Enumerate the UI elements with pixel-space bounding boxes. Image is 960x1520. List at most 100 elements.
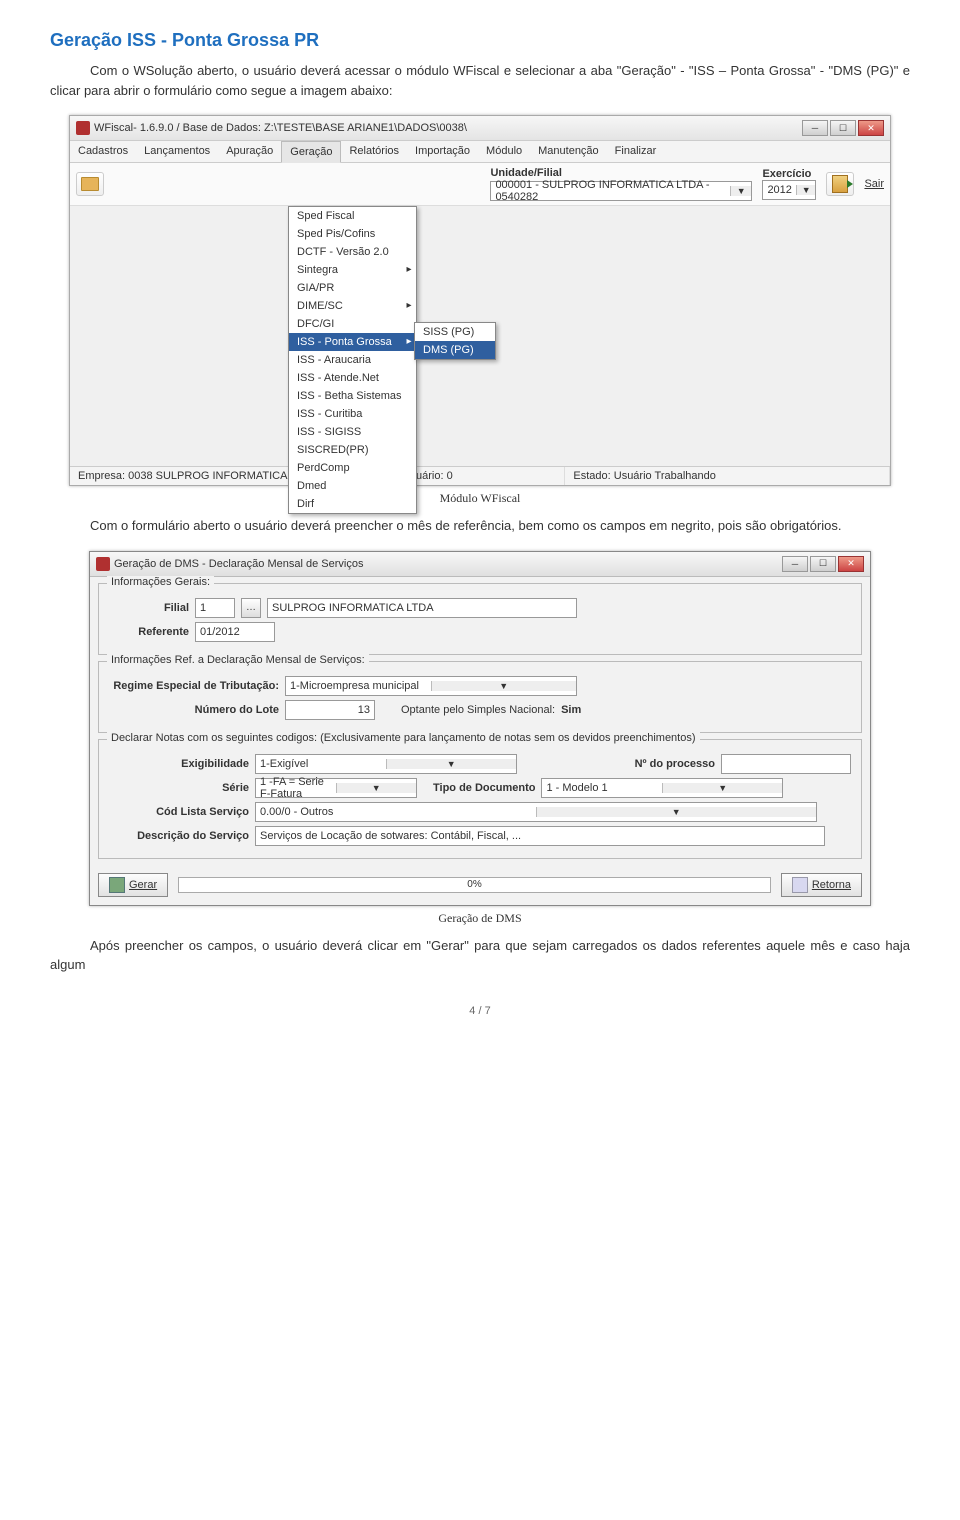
- statusbar: Empresa: 0038 SULPROG INFORMATICA LTDA U…: [70, 466, 890, 485]
- cod-lista-label: Cód Lista Serviço: [109, 806, 249, 818]
- toolbar: Unidade/Filial 000001 - SULPROG INFORMAT…: [70, 163, 890, 206]
- maximize-button[interactable]: ☐: [810, 556, 836, 572]
- tipo-documento-label: Tipo de Documento: [433, 782, 535, 794]
- dropdown-item[interactable]: SISCRED(PR): [289, 441, 416, 459]
- dropdown-item[interactable]: ISS - Ponta Grossa: [289, 333, 416, 351]
- tipo-documento-combo[interactable]: 1 - Modelo 1 ▼: [541, 778, 783, 798]
- descricao-input[interactable]: Serviços de Locação de sotwares: Contábi…: [255, 826, 825, 846]
- filial-nome: SULPROG INFORMATICA LTDA: [267, 598, 577, 618]
- dropdown-item[interactable]: Sped Pis/Cofins: [289, 225, 416, 243]
- menu-modulo[interactable]: Módulo: [478, 141, 530, 162]
- unidade-value: 000001 - SULPROG INFORMATICA LTDA - 0540…: [491, 179, 730, 203]
- cod-lista-combo[interactable]: 0.00/0 - Outros ▼: [255, 802, 817, 822]
- dropdown-item[interactable]: ISS - Araucaria: [289, 351, 416, 369]
- intro-paragraph-3: Após preencher os campos, o usuário deve…: [50, 936, 910, 975]
- serie-combo[interactable]: 1 -FA = Serie F-Fatura ▼: [255, 778, 417, 798]
- tipo-documento-value: 1 - Modelo 1: [542, 782, 662, 794]
- retorna-button[interactable]: Retorna: [781, 873, 862, 897]
- menu-apuracao[interactable]: Apuração: [218, 141, 281, 162]
- minimize-button[interactable]: ─: [782, 556, 808, 572]
- intro-paragraph-2: Com o formulário aberto o usuário deverá…: [50, 516, 910, 536]
- unidade-combo[interactable]: 000001 - SULPROG INFORMATICA LTDA - 0540…: [490, 181, 752, 201]
- caption-2: Geração de DMS: [50, 911, 910, 926]
- exigibilidade-label: Exigibilidade: [109, 758, 249, 770]
- maximize-button[interactable]: ☐: [830, 120, 856, 136]
- folder-icon: [81, 177, 99, 191]
- lote-label: Número do Lote: [109, 704, 279, 716]
- chevron-down-icon: ▼: [336, 783, 417, 793]
- dropdown-item[interactable]: Sintegra: [289, 261, 416, 279]
- regime-combo[interactable]: 1-Microempresa municipal ▼: [285, 676, 577, 696]
- retorna-icon: [792, 877, 808, 893]
- sair-label: Sair: [864, 178, 884, 190]
- group2-legend: Informações Ref. a Declaração Mensal de …: [107, 654, 369, 666]
- titlebar: WFiscal- 1.6.9.0 / Base de Dados: Z:\TES…: [70, 116, 890, 141]
- filial-lookup-button[interactable]: …: [241, 598, 261, 618]
- progress-bar: 0%: [178, 877, 771, 893]
- serie-value: 1 -FA = Serie F-Fatura: [256, 776, 336, 800]
- app-icon: [96, 557, 110, 571]
- dropdown-item[interactable]: DFC/GI: [289, 315, 416, 333]
- sair-button[interactable]: [826, 172, 854, 196]
- menubar: Cadastros Lançamentos Apuração Geração R…: [70, 141, 890, 163]
- referente-input[interactable]: 01/2012: [195, 622, 275, 642]
- lote-input[interactable]: 13: [285, 700, 375, 720]
- chevron-down-icon: ▼: [796, 185, 816, 195]
- dropdown-item[interactable]: ISS - SIGISS: [289, 423, 416, 441]
- menu-finalizar[interactable]: Finalizar: [607, 141, 665, 162]
- retorna-label: Retorna: [812, 879, 851, 891]
- processo-input[interactable]: [721, 754, 851, 774]
- page-number: 4 / 7: [50, 1005, 910, 1017]
- intro-paragraph-1: Com o WSolução aberto, o usuário deverá …: [50, 61, 910, 100]
- menu-cadastros[interactable]: Cadastros: [70, 141, 136, 162]
- form-titlebar: Geração de DMS - Declaração Mensal de Se…: [90, 552, 870, 577]
- exigibilidade-value: 1-Exigível: [256, 758, 386, 770]
- dropdown-item[interactable]: ISS - Atende.Net: [289, 369, 416, 387]
- minimize-button[interactable]: ─: [802, 120, 828, 136]
- menu-lancamentos[interactable]: Lançamentos: [136, 141, 218, 162]
- dropdown-item[interactable]: PerdComp: [289, 459, 416, 477]
- page-title: Geração ISS - Ponta Grossa PR: [50, 30, 910, 51]
- group-info-declaracao: Informações Ref. a Declaração Mensal de …: [98, 661, 862, 733]
- unidade-label: Unidade/Filial: [490, 167, 752, 179]
- filial-input[interactable]: 1: [195, 598, 235, 618]
- dropdown-item[interactable]: ISS - Curitiba: [289, 405, 416, 423]
- exercicio-combo[interactable]: 2012 ▼: [762, 180, 816, 200]
- group1-legend: Informações Gerais:: [107, 576, 214, 588]
- dropdown-item[interactable]: Sped Fiscal: [289, 207, 416, 225]
- dropdown-item[interactable]: DCTF - Versão 2.0: [289, 243, 416, 261]
- filial-label: Filial: [109, 602, 189, 614]
- gerar-label: Gerar: [129, 879, 157, 891]
- chevron-down-icon: ▼: [431, 681, 577, 691]
- group-declarar-notas: Declarar Notas com os seguintes codigos:…: [98, 739, 862, 859]
- gerar-icon: [109, 877, 125, 893]
- descricao-label: Descrição do Serviço: [109, 830, 249, 842]
- close-button[interactable]: ✕: [858, 120, 884, 136]
- serie-label: Série: [109, 782, 249, 794]
- regime-label: Regime Especial de Tributação:: [109, 680, 279, 692]
- processo-label: Nº do processo: [635, 758, 715, 770]
- open-button[interactable]: [76, 172, 104, 196]
- caption-1: Módulo WFiscal: [50, 491, 910, 506]
- iss-ponta-grossa-submenu: SISS (PG)DMS (PG): [414, 322, 496, 360]
- close-button[interactable]: ✕: [838, 556, 864, 572]
- dropdown-item[interactable]: Dirf: [289, 495, 416, 513]
- status-estado: Estado: Usuário Trabalhando: [565, 467, 890, 485]
- dropdown-item[interactable]: ISS - Betha Sistemas: [289, 387, 416, 405]
- geracao-dropdown: Sped FiscalSped Pis/CofinsDCTF - Versão …: [288, 206, 417, 514]
- menu-importacao[interactable]: Importação: [407, 141, 478, 162]
- menu-manutencao[interactable]: Manutenção: [530, 141, 607, 162]
- exigibilidade-combo[interactable]: 1-Exigível ▼: [255, 754, 517, 774]
- submenu-item[interactable]: SISS (PG): [415, 323, 495, 341]
- regime-value: 1-Microempresa municipal: [286, 680, 431, 692]
- status-usuario: Usuário: 0: [395, 467, 566, 485]
- gerar-button[interactable]: Gerar: [98, 873, 168, 897]
- dropdown-item[interactable]: Dmed: [289, 477, 416, 495]
- dropdown-item[interactable]: DIME/SC: [289, 297, 416, 315]
- menu-relatorios[interactable]: Relatórios: [341, 141, 407, 162]
- app-window: WFiscal- 1.6.9.0 / Base de Dados: Z:\TES…: [69, 115, 891, 486]
- submenu-item[interactable]: DMS (PG): [415, 341, 495, 359]
- dropdown-item[interactable]: GIA/PR: [289, 279, 416, 297]
- door-exit-icon: [832, 175, 848, 193]
- menu-geracao[interactable]: Geração: [281, 141, 341, 163]
